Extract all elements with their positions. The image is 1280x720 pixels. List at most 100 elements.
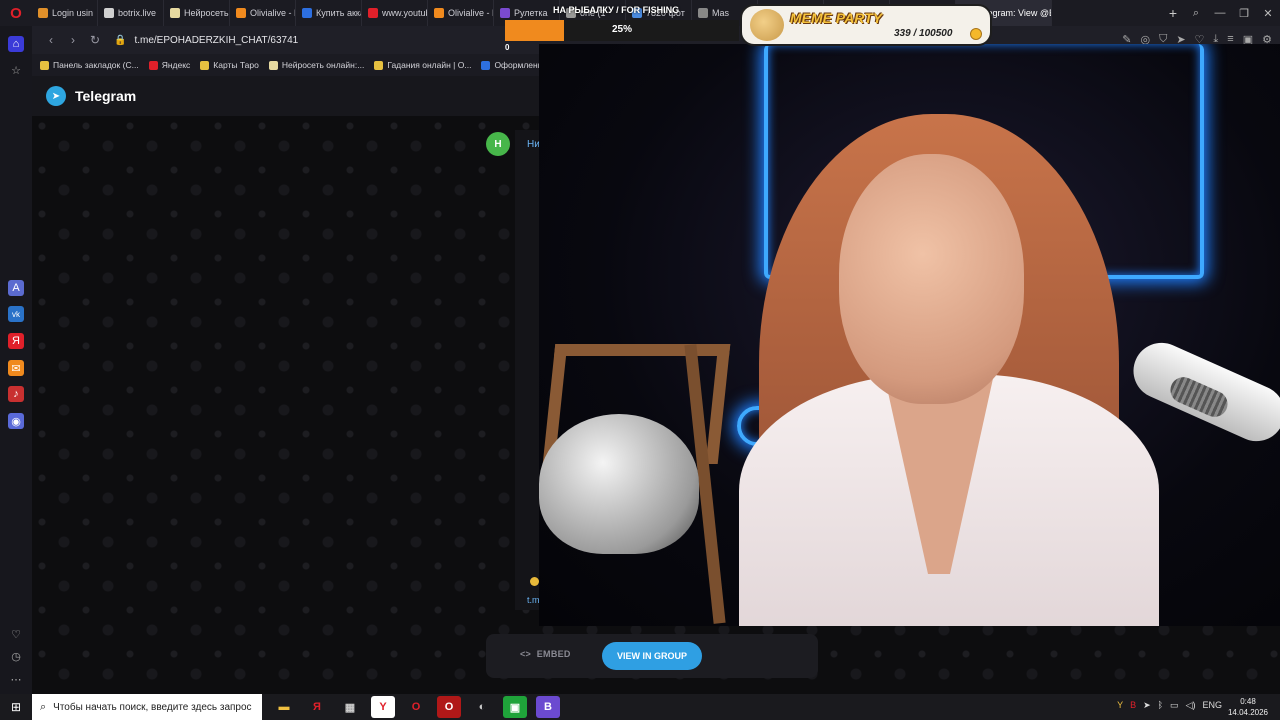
person-face: [839, 154, 1024, 404]
bookmark-label: Карты Таро: [213, 60, 259, 70]
bookmark-item[interactable]: Панель закладок (С...: [40, 60, 139, 70]
bookmark-label: Гадания онлайн | О...: [387, 60, 472, 70]
star-icon[interactable]: ☆: [8, 62, 24, 78]
discord-icon[interactable]: ◉: [8, 413, 24, 429]
post-actions: <> EMBED VIEW IN GROUP: [486, 634, 818, 678]
goal-progress-bar: 25%: [505, 20, 739, 41]
view-in-group-button[interactable]: VIEW IN GROUP: [602, 642, 702, 670]
maximize-icon[interactable]: ❐: [1232, 0, 1256, 26]
taskbar: ⊞ ⌕ Чтобы начать поиск, введите здесь за…: [0, 694, 1280, 720]
message-link[interactable]: t.m: [527, 595, 540, 605]
tab-item[interactable]: Купить акка: [296, 0, 362, 26]
search-icon: ⌕: [40, 700, 47, 713]
opera-logo-icon[interactable]: O: [0, 0, 32, 26]
helmet: [539, 414, 699, 554]
mail-icon[interactable]: ✉: [8, 360, 24, 376]
favorites-heart-icon[interactable]: ♡: [8, 626, 24, 642]
tab-item[interactable]: Olivialive - D: [428, 0, 494, 26]
embed-button[interactable]: <> EMBED: [520, 649, 571, 659]
yandex-tray-icon[interactable]: Y: [1117, 700, 1123, 711]
bookmark-item[interactable]: Нейросеть онлайн:...: [268, 60, 364, 70]
tab-label: Olivialive - D: [448, 8, 494, 18]
fishing-goal-title: НА РЫБАЛКУ / FOR FISHING: [553, 5, 680, 15]
tab-favicon-icon: [368, 8, 378, 18]
home-icon[interactable]: ⌂: [8, 36, 24, 52]
file-explorer-icon[interactable]: ▬: [272, 696, 296, 718]
tab-item[interactable]: botrix.live: [98, 0, 164, 26]
taskbar-search[interactable]: ⌕ Чтобы начать поиск, введите здесь запр…: [32, 694, 262, 720]
yandex-icon[interactable]: Я: [8, 333, 24, 349]
system-tray: Y B ➤ ᛒ ▭ ◁) ENG: [1117, 700, 1222, 711]
bookmark-favicon-icon: [200, 60, 210, 70]
tab-label: Olivialive - D: [250, 8, 296, 18]
browser-sidebar: ⌂ ☆ A vk Я ✉ ♪ ◉ ♡ ◷ ⋯: [0, 26, 32, 694]
green-app-icon[interactable]: ▣: [503, 696, 527, 718]
url-field[interactable]: 🔒 t.me/EPOHADERZKIH_CHAT/63741: [114, 35, 298, 46]
tab-label: www.youtub: [382, 8, 428, 18]
coin-icon: [970, 28, 982, 40]
minimize-icon[interactable]: —: [1208, 0, 1232, 26]
tab-label: Mas: [712, 8, 730, 18]
avatar[interactable]: Н: [486, 132, 510, 156]
calculator-icon[interactable]: ▦: [338, 696, 362, 718]
opera-gx-icon[interactable]: O: [437, 696, 461, 718]
bookmark-item[interactable]: Гадания онлайн | О...: [374, 60, 471, 70]
network-icon[interactable]: ▭: [1170, 700, 1179, 711]
doge-icon: [750, 9, 784, 41]
clock-time: 0:48: [1240, 697, 1256, 706]
yandex-browser-icon[interactable]: Y: [371, 696, 395, 718]
telegram-logo-icon[interactable]: ➤: [46, 86, 66, 106]
yandex-icon[interactable]: Я: [305, 696, 329, 718]
close-icon[interactable]: ✕: [1256, 0, 1280, 26]
volume-icon[interactable]: ◁): [1186, 700, 1196, 711]
music-icon[interactable]: ♪: [8, 386, 24, 402]
reload-icon[interactable]: ↻: [84, 33, 106, 47]
tab-item[interactable]: www.youtub: [362, 0, 428, 26]
history-clock-icon[interactable]: ◷: [8, 648, 24, 664]
opera-icon[interactable]: O: [404, 696, 428, 718]
goal-percent: 25%: [611, 24, 632, 35]
vk-icon[interactable]: vk: [8, 306, 24, 322]
obs-icon[interactable]: ◐: [470, 696, 494, 718]
taskbar-apps: ▬ Я ▦ Y O O ◐ ▣ B: [272, 696, 560, 718]
sender-name[interactable]: Ни: [527, 139, 540, 150]
tab-label: Купить акка: [316, 8, 362, 18]
bookmark-favicon-icon: [40, 60, 49, 70]
tab-favicon-icon: [104, 8, 114, 18]
bluetooth-icon[interactable]: ᛒ: [1158, 700, 1163, 711]
tab-favicon-icon: [434, 8, 444, 18]
embed-label: EMBED: [536, 649, 571, 659]
clock[interactable]: 0:48 14.04.2026: [1224, 696, 1272, 718]
search-tabs-icon[interactable]: ⌕: [1184, 0, 1208, 26]
tab-item[interactable]: Olivialive - D: [230, 0, 296, 26]
back-icon[interactable]: ‹: [40, 33, 62, 47]
bookmark-item[interactable]: Яндекс: [148, 60, 191, 70]
language-indicator[interactable]: ENG: [1202, 700, 1222, 711]
bookmark-label: Панель закладок (С...: [53, 60, 139, 70]
tab-item[interactable]: Login usin: [32, 0, 98, 26]
search-placeholder: Чтобы начать поиск, введите здесь запрос: [53, 701, 252, 713]
screen: O Login usin botrix.live Нейросеть д Olivia…: [0, 0, 1280, 720]
tab-favicon-icon: [170, 8, 180, 18]
b-app-icon[interactable]: B: [536, 696, 560, 718]
bookmark-label: Яндекс: [161, 60, 191, 70]
lock-icon: 🔒: [114, 34, 127, 46]
bookmark-item[interactable]: Карты Таро: [200, 60, 259, 70]
goal-start-value: 0: [505, 43, 510, 52]
tab-favicon-icon: [500, 8, 510, 18]
b-tray-icon[interactable]: B: [1130, 700, 1136, 711]
forward-icon[interactable]: ›: [62, 33, 84, 47]
clock-date: 14.04.2026: [1227, 708, 1269, 717]
new-tab-button[interactable]: +: [1162, 0, 1184, 26]
meme-title: MEME PARTY: [790, 10, 883, 26]
tab-label: Рулетка: [514, 8, 548, 18]
tab-favicon-icon: [698, 8, 708, 18]
aria-icon[interactable]: A: [8, 280, 24, 296]
tab-item[interactable]: Нейросеть д: [164, 0, 230, 26]
telegram-tray-icon[interactable]: ➤: [1143, 700, 1151, 711]
bookmark-favicon-icon: [268, 60, 278, 70]
windows-start-icon[interactable]: ⊞: [0, 700, 32, 714]
more-icon[interactable]: ⋯: [8, 671, 24, 687]
meme-party-widget: MEME PARTY 339 / 100500: [740, 4, 992, 46]
tab-favicon-icon: [302, 8, 312, 18]
